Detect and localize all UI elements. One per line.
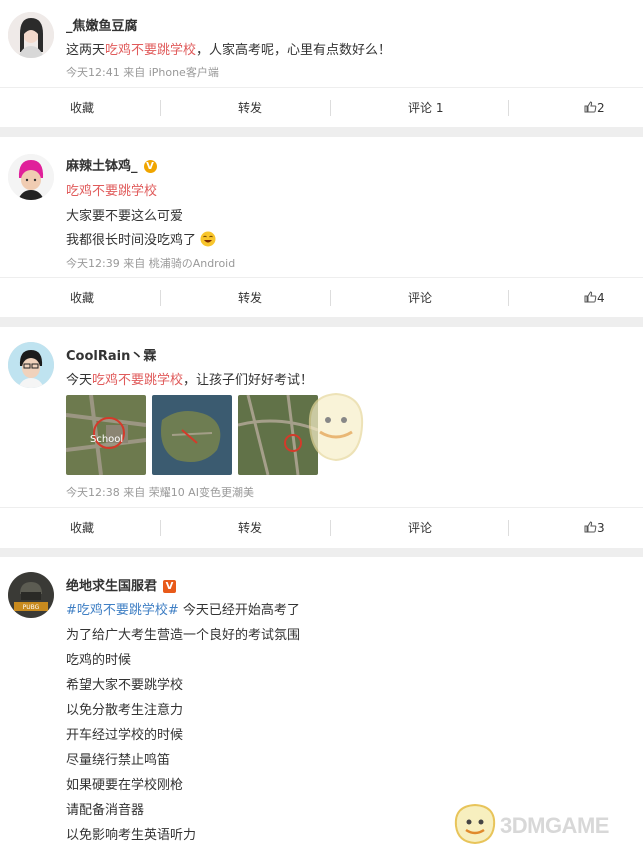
verified-badge-icon: V — [163, 580, 177, 593]
post-text-line: 大家要不要这么可爱 — [66, 209, 184, 224]
username[interactable]: CoolRain丶霖 — [66, 345, 156, 364]
action-bar: 收藏 转发 评论 3 — [0, 507, 643, 548]
post-text: 今天吃鸡不要跳学校，让孩子们好好考试！ — [66, 373, 314, 388]
comment-button[interactable]: 评论 1 — [408, 88, 443, 128]
post-text-line: 开车经过学校的时候 — [66, 728, 184, 743]
like-button[interactable]: 4 — [584, 278, 605, 318]
comment-button[interactable]: 评论 — [408, 278, 432, 318]
post-meta: 今天12:38 来自 荣耀10 AI变色更潮美 — [66, 486, 254, 499]
like-button[interactable]: 2 — [584, 88, 605, 128]
post-text-line: 吃鸡的时候 — [66, 653, 132, 668]
post-text-line: 希望大家不要跳学校 — [66, 678, 184, 693]
post-text-line: 我都很长时间没吃鸡了 — [66, 229, 216, 248]
post-text-line: 以免分散考生注意力 — [66, 703, 184, 718]
topic-link[interactable]: 吃鸡不要跳学校 — [105, 43, 196, 58]
user-avatar[interactable] — [8, 154, 54, 200]
post-text-line: 尽量绕行禁止鸣笛 — [66, 753, 171, 768]
topic-link[interactable]: #吃鸡不要跳学校# — [66, 603, 179, 618]
collect-button[interactable]: 收藏 — [70, 278, 94, 318]
user-avatar[interactable]: PUBG — [8, 572, 54, 618]
action-bar: 收藏 转发 评论 1 2 — [0, 87, 643, 128]
post-meta: 今天12:41 来自 iPhone客户端 — [66, 66, 219, 79]
thumbs-up-icon — [584, 521, 597, 533]
post-text: 这两天吃鸡不要跳学校，人家高考呢，心里有点数好么！ — [66, 43, 392, 58]
collect-button[interactable]: 收藏 — [70, 88, 94, 128]
cartoon-sticker — [308, 392, 364, 462]
thumbs-up-icon — [584, 101, 597, 113]
thumbs-up-icon — [584, 291, 597, 303]
watermark-mascot-icon — [454, 803, 496, 845]
post-text-line: 以免影响考生英语听力 — [66, 828, 197, 843]
post-meta: 今天12:39 来自 桃浦骑のAndroid — [66, 257, 236, 270]
user-avatar[interactable] — [8, 342, 54, 388]
repost-button[interactable]: 转发 — [238, 88, 262, 128]
watermark-logo: 3DMGAME — [500, 813, 609, 838]
post-text-line: 请配备消音器 — [66, 803, 145, 818]
post-image[interactable] — [152, 395, 232, 475]
post-image[interactable]: School — [66, 395, 146, 475]
post-text-line: 如果硬要在学校刚枪 — [66, 778, 184, 793]
repost-button[interactable]: 转发 — [238, 508, 262, 548]
svg-text:PUBG: PUBG — [23, 604, 40, 611]
map-label: School — [90, 434, 123, 445]
post-text: #吃鸡不要跳学校# 今天已经开始高考了 — [66, 603, 300, 618]
post-card: 麻辣土钵鸡_ V 吃鸡不要跳学校 大家要不要这么可爱 我都很长时间没吃鸡了 今天1… — [0, 137, 643, 317]
collect-button[interactable]: 收藏 — [70, 508, 94, 548]
topic-link[interactable]: 吃鸡不要跳学校 — [66, 180, 157, 199]
user-avatar[interactable] — [8, 12, 54, 58]
repost-button[interactable]: 转发 — [238, 278, 262, 318]
verified-badge-icon: V — [143, 160, 157, 173]
username[interactable]: 绝地求生国服君 V — [66, 575, 177, 594]
topic-link[interactable]: 吃鸡不要跳学校 — [92, 373, 183, 388]
post-text-line: 为了给广大考生营造一个良好的考试氛围 — [66, 628, 301, 643]
action-bar: 收藏 转发 评论 4 — [0, 277, 643, 318]
post-card: PUBG 绝地求生国服君 V #吃鸡不要跳学校# 今天已经开始高考了 为了给广大考… — [0, 557, 643, 850]
like-button[interactable]: 3 — [584, 508, 605, 548]
post-footer: 今天12:38 来自 荣耀10 AI变色更潮美 收藏 转发 评论 3 — [0, 478, 643, 548]
username[interactable]: 麻辣土钵鸡_ V — [66, 155, 157, 174]
laughing-emoji-icon — [200, 231, 216, 247]
username[interactable]: _焦嫩鱼豆腐 — [66, 15, 138, 34]
comment-button[interactable]: 评论 — [408, 508, 432, 548]
post-card: _焦嫩鱼豆腐 这两天吃鸡不要跳学校，人家高考呢，心里有点数好么！ 今天12:41… — [0, 0, 643, 127]
